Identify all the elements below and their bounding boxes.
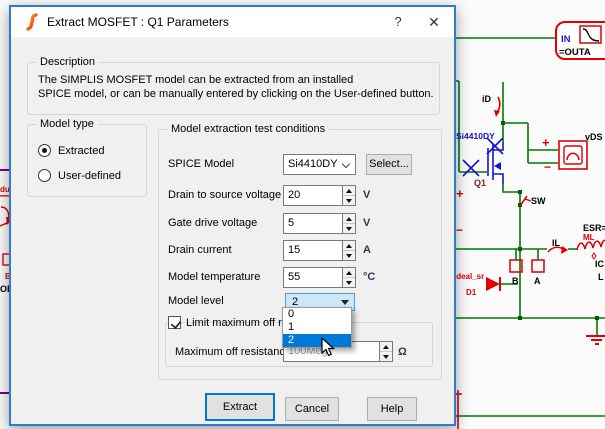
max-off-resistance-stepper[interactable]: [380, 341, 393, 362]
esr-label: ESR=: [583, 223, 605, 233]
drain-current-input[interactable]: 15: [283, 240, 343, 261]
gate-drive-voltage-stepper[interactable]: [343, 213, 356, 234]
vds-label: vDS: [585, 132, 603, 142]
svg-text:iD: iD: [482, 94, 492, 104]
inductor-symbol: ESR= ML IC L: [576, 223, 605, 282]
select-button[interactable]: Select...: [366, 154, 412, 175]
drain-source-voltage-label: Drain to source voltage: [168, 189, 282, 201]
model-temperature-input[interactable]: 55: [283, 267, 343, 288]
sw-label: SW: [531, 196, 546, 206]
gate-drive-voltage-unit: V: [363, 217, 371, 229]
model-temperature-stepper[interactable]: [343, 267, 356, 288]
description-line-1: The SIMPLIS MOSFET model can be extracte…: [38, 74, 354, 86]
help-button[interactable]: Help: [367, 397, 417, 421]
dropdown-option-1[interactable]: 1: [283, 321, 351, 334]
drain-current-label: Drain current: [168, 244, 232, 256]
vgs-minus-sign: −: [456, 223, 463, 237]
vds-probe-symbol: vDS + −: [542, 132, 603, 174]
max-off-resistance-label: Maximum off resistance: [175, 346, 291, 358]
spin-up-icon[interactable]: [343, 186, 355, 196]
l-label: L: [598, 272, 604, 282]
probe-a: A: [531, 259, 545, 286]
q1-label: Q1: [474, 178, 486, 188]
ideal-sr-label: ideal_sr: [454, 272, 484, 281]
plus-sign: +: [542, 135, 550, 150]
il-current-probe: IL: [547, 238, 568, 254]
spin-up-icon[interactable]: [343, 214, 355, 224]
drain-current-unit: A: [363, 244, 371, 256]
model-temperature-unit: °C: [363, 271, 376, 283]
description-line-2: SPICE model, or can be manually entered …: [38, 88, 434, 100]
model-temperature-label: Model temperature: [168, 271, 261, 283]
model-level-label: Model level: [168, 295, 224, 307]
spin-up-icon[interactable]: [343, 241, 355, 251]
switch-symbol: SW: [519, 195, 546, 207]
spin-down-icon[interactable]: [380, 352, 392, 361]
part-label: Si4410DY: [456, 131, 495, 141]
mouse-cursor: [321, 337, 336, 357]
spin-down-icon[interactable]: [343, 224, 355, 233]
drain-source-voltage-stepper[interactable]: [343, 185, 356, 206]
max-off-resistance-unit: Ω: [398, 346, 407, 358]
drain-source-voltage-input[interactable]: 20: [283, 185, 343, 206]
dropdown-option-0[interactable]: 0: [283, 308, 351, 321]
d1-label: D1: [466, 288, 477, 297]
ground-symbol: [586, 335, 605, 345]
ic-label: IC: [595, 259, 605, 269]
drain-source-voltage-unit: V: [363, 189, 371, 201]
chevron-down-icon: [341, 159, 351, 169]
spin-down-icon[interactable]: [343, 251, 355, 260]
component-fragment: [455, 390, 462, 429]
model-type-group: Model type Extracted User-defined: [27, 117, 147, 197]
id-current-probe: iD: [482, 94, 501, 117]
combo-arrow-icon: [341, 300, 349, 305]
radio-user-defined-label: User-defined: [58, 170, 121, 182]
spice-model-label: SPICE Model: [168, 158, 235, 170]
screen: { "window": { "title": "Extract MOSFET :…: [0, 0, 605, 429]
spice-model-value: Si4410DY: [288, 158, 338, 170]
cancel-button[interactable]: Cancel: [285, 397, 339, 421]
help-caption-button[interactable]: ?: [383, 9, 413, 35]
radio-extracted-label: Extracted: [58, 145, 105, 157]
extract-mosfet-dialog: Extract MOSFET : Q1 Parameters ? ✕ Descr…: [9, 5, 456, 426]
vgs-plus-sign: +: [456, 186, 464, 201]
model-type-group-label: Model type: [36, 117, 98, 131]
extract-button[interactable]: Extract: [205, 393, 275, 421]
radio-user-defined-circle[interactable]: [38, 169, 51, 182]
bode-probe-symbol: IN =OUTA: [555, 21, 605, 60]
window-title: Extract MOSFET : Q1 Parameters: [47, 15, 229, 29]
title-bar[interactable]: Extract MOSFET : Q1 Parameters ? ✕: [11, 7, 454, 37]
description-group: Description The SIMPLIS MOSFET model can…: [27, 55, 440, 115]
gate-drive-voltage-input[interactable]: 5: [283, 213, 343, 234]
in-label: IN: [561, 34, 571, 45]
outa-label: =OUTA: [559, 47, 591, 58]
dropdown-option-2[interactable]: 2: [283, 334, 351, 347]
spin-down-icon[interactable]: [343, 196, 355, 205]
svg-text:B: B: [512, 276, 519, 286]
gate-drive-voltage-label: Gate drive voltage: [168, 217, 258, 229]
conditions-group-label: Model extraction test conditions: [167, 122, 330, 136]
close-button[interactable]: ✕: [419, 9, 449, 35]
ml-label: ML: [583, 233, 595, 242]
description-group-label: Description: [36, 55, 100, 69]
spice-model-combo[interactable]: Si4410DY: [283, 154, 356, 175]
minus-sign: −: [544, 160, 551, 174]
limit-resistance-checkbox[interactable]: [168, 316, 181, 329]
spin-down-icon[interactable]: [343, 278, 355, 287]
drain-current-stepper[interactable]: [343, 240, 356, 261]
diode-d1-symbol: ideal_sr D1: [454, 272, 501, 297]
radio-extracted-circle[interactable]: [38, 144, 51, 157]
svg-text:A: A: [534, 276, 541, 286]
model-level-dropdown-list[interactable]: 0 1 2: [282, 307, 352, 348]
svg-text:IL: IL: [552, 238, 561, 248]
simplis-flame-icon: [26, 13, 38, 31]
spin-up-icon[interactable]: [343, 268, 355, 278]
spin-up-icon[interactable]: [380, 342, 392, 352]
